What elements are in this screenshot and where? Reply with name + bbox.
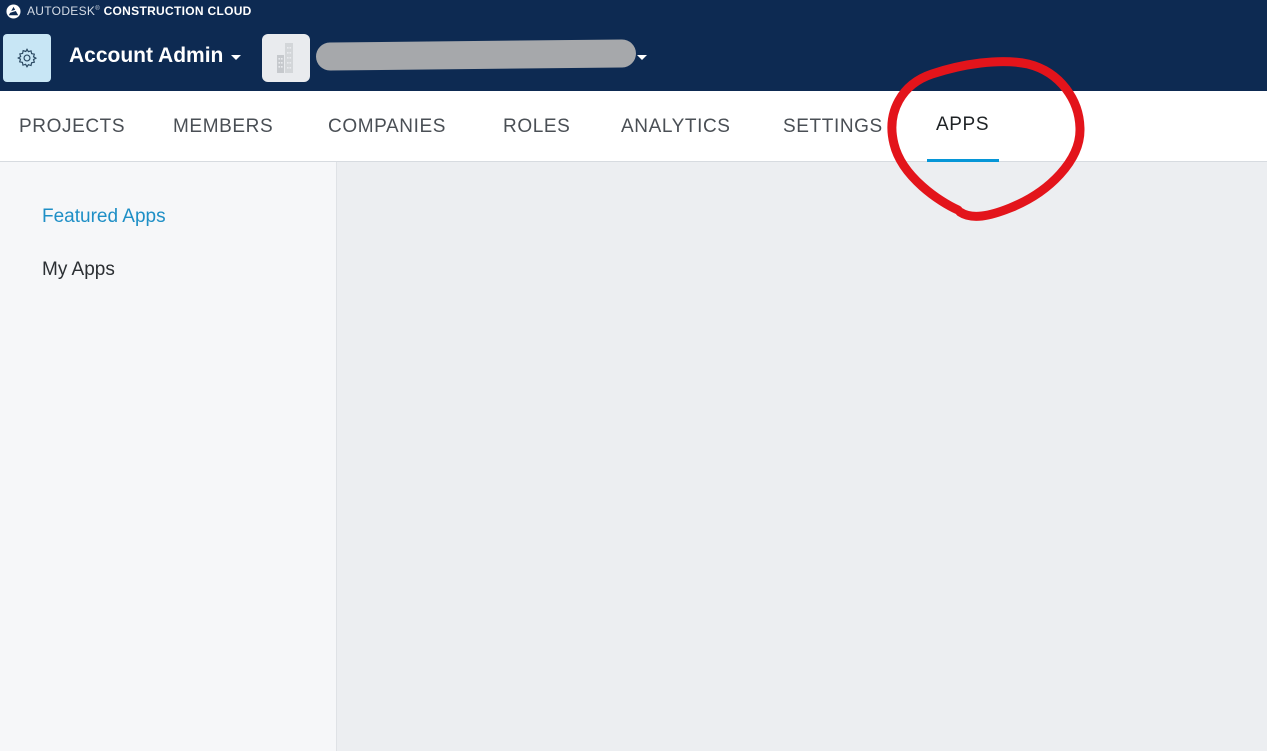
project-name-redacted[interactable] — [315, 39, 637, 71]
project-chevron-down-icon[interactable] — [637, 55, 647, 60]
apps-sidebar: Featured Apps My Apps — [0, 162, 337, 751]
tab-projects[interactable]: PROJECTS — [19, 91, 125, 162]
account-admin-dropdown[interactable]: Account Admin — [69, 44, 242, 68]
sidebar-item-my-apps[interactable]: My Apps — [42, 259, 115, 281]
tab-settings[interactable]: SETTINGS — [783, 91, 883, 162]
account-admin-label: Account Admin — [69, 44, 224, 67]
chevron-down-icon — [231, 55, 242, 60]
settings-button[interactable] — [3, 34, 51, 82]
top-header: AUTODESK® CONSTRUCTION CLOUD Account Adm… — [0, 0, 1267, 91]
admin-tab-bar: PROJECTS MEMBERS COMPANIES ROLES ANALYTI… — [0, 91, 1267, 162]
gear-icon — [17, 48, 38, 68]
sidebar-item-featured-apps[interactable]: Featured Apps — [42, 206, 166, 228]
project-selector-button[interactable] — [262, 34, 310, 82]
tab-members[interactable]: MEMBERS — [173, 91, 273, 162]
main-content-area — [337, 162, 1267, 751]
tab-apps[interactable]: APPS — [926, 91, 1000, 162]
tab-companies[interactable]: COMPANIES — [328, 91, 446, 162]
brand: AUTODESK® CONSTRUCTION CLOUD — [6, 3, 252, 19]
tab-analytics[interactable]: ANALYTICS — [621, 91, 731, 162]
brand-text: AUTODESK® CONSTRUCTION CLOUD — [27, 4, 252, 18]
autodesk-logo-icon — [6, 3, 21, 19]
brand-prefix: AUTODESK — [27, 4, 96, 18]
tab-roles[interactable]: ROLES — [503, 91, 570, 162]
building-icon — [277, 43, 293, 73]
brand-product: CONSTRUCTION CLOUD — [103, 4, 252, 18]
